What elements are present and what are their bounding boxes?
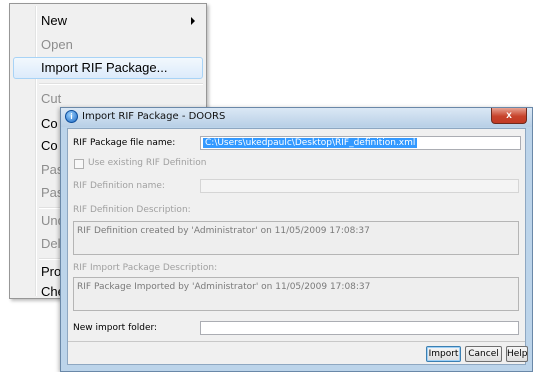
import-description-label: RIF Import Package Description: <box>73 263 218 273</box>
cancel-button[interactable]: Cancel <box>465 346 502 362</box>
use-existing-checkbox[interactable] <box>74 159 84 169</box>
menu-separator <box>39 83 203 85</box>
help-button[interactable]: Help <box>506 346 528 362</box>
file-name-input[interactable]: C:\Users\ukedpaulc\Desktop\RIF_definitio… <box>200 136 521 150</box>
dialog-title: Import RIF Package - DOORS <box>82 111 226 122</box>
import-folder-input[interactable] <box>200 321 519 335</box>
doors-app-icon: i <box>65 110 78 123</box>
menu-item-label: New <box>41 13 68 28</box>
definition-description-textarea[interactable]: RIF Definition created by 'Administrator… <box>73 221 519 255</box>
definition-description-label: RIF Definition Description: <box>73 205 191 215</box>
import-button[interactable]: Import <box>426 346 461 362</box>
file-name-label: RIF Package file name: <box>73 138 176 148</box>
import-description-textarea[interactable]: RIF Package Imported by 'Administrator' … <box>73 277 519 311</box>
definition-description-value: RIF Definition created by 'Administrator… <box>77 226 370 236</box>
import-description-value: RIF Package Imported by 'Administrator' … <box>77 282 371 292</box>
import-rif-dialog: i Import RIF Package - DOORS x RIF Packa… <box>60 107 533 372</box>
definition-name-input[interactable] <box>200 179 519 193</box>
menu-item-label: Co <box>41 116 58 131</box>
close-button[interactable]: x <box>491 108 527 124</box>
dialog-titlebar[interactable]: i Import RIF Package - DOORS x <box>61 108 532 127</box>
menu-item-open[interactable]: Open <box>13 34 203 56</box>
dialog-body: RIF Package file name: C:\Users\ukedpaul… <box>67 128 528 365</box>
use-existing-label: Use existing RIF Definition <box>88 158 207 168</box>
submenu-arrow-icon <box>191 17 195 25</box>
file-name-value: C:\Users\ukedpaulc\Desktop\RIF_definitio… <box>203 138 418 148</box>
dialog-button-bar: Import Cancel Help <box>68 341 528 364</box>
menu-item-label: Del <box>41 236 61 251</box>
definition-name-label: RIF Definition name: <box>73 181 165 191</box>
menu-item-label: Co <box>41 138 58 153</box>
menu-item-new[interactable]: New <box>13 10 203 32</box>
menu-item-label: Pro <box>41 264 62 279</box>
menu-item-import-rif-package[interactable]: Import RIF Package... <box>13 57 203 79</box>
import-folder-label: New import folder: <box>73 323 158 333</box>
menu-item-label: Import RIF Package... <box>41 60 168 75</box>
menu-item-label: Open <box>41 37 73 52</box>
menu-item-label: Cut <box>41 91 62 106</box>
